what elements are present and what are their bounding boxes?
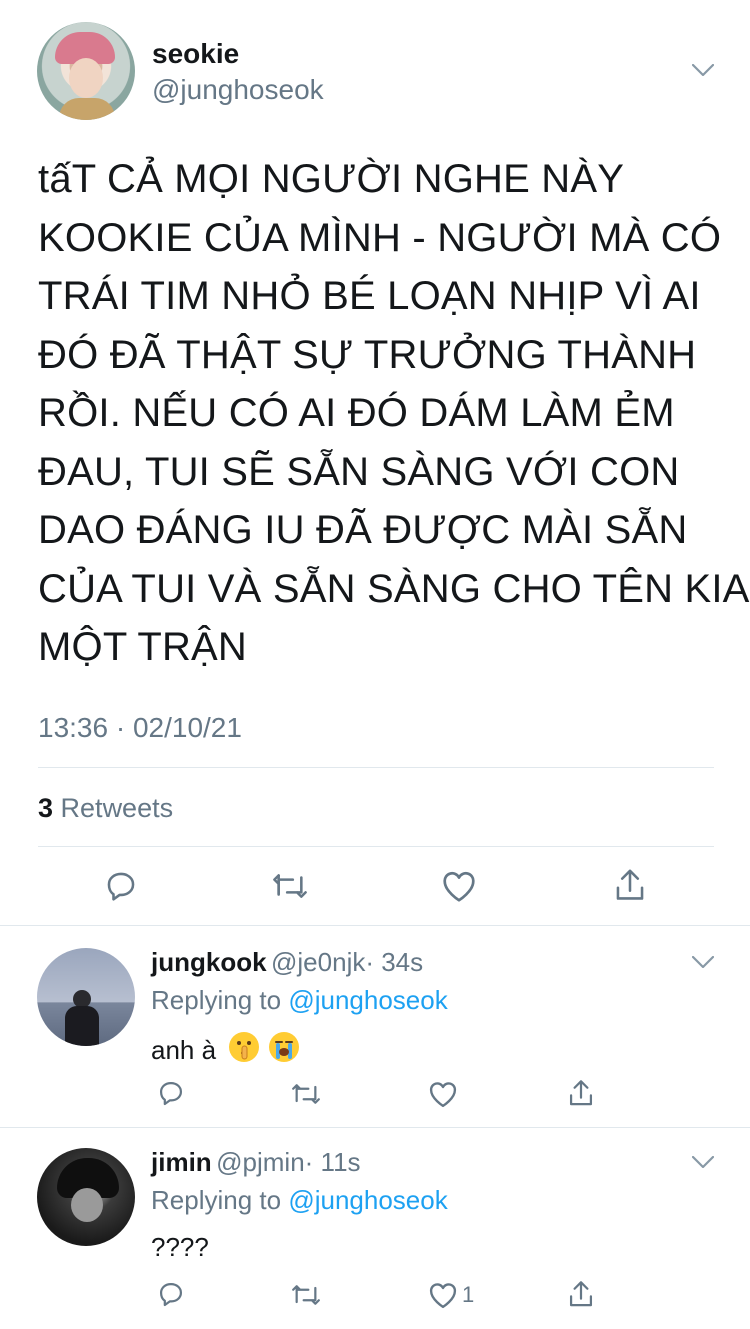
like-count: 1 (462, 1282, 475, 1307)
replying-to: Replying to @junghoseok (151, 985, 448, 1016)
share-icon[interactable] (567, 1278, 595, 1310)
tweet-line: ĐÓ ĐÃ THẬT SỰ TRƯỞNG THÀNH (38, 332, 697, 377)
tweet-line: tấT CẢ MỌI NGƯỜI NGHE NÀY (38, 157, 625, 201)
like-icon[interactable] (428, 1080, 458, 1108)
reply-header: jungkook @je0njk· 34s (151, 947, 423, 978)
shushing-face-icon (228, 1031, 260, 1070)
divider (0, 1127, 750, 1128)
reply-body: ???? (151, 1232, 209, 1262)
reply-body: anh à (151, 1035, 217, 1065)
reply-icon[interactable] (157, 1079, 185, 1107)
like-icon (428, 1281, 458, 1309)
retweet-label: Retweets (60, 793, 174, 823)
reply-header: jimin @pjmin· 11s (151, 1147, 361, 1178)
main-author-handle[interactable]: @junghoseok (152, 74, 324, 106)
like-icon[interactable] (441, 869, 477, 903)
reply-text: anh à (151, 1031, 300, 1070)
replying-to-prefix: Replying to (151, 985, 282, 1015)
replying-to-handle[interactable]: @junghoseok (288, 1185, 447, 1215)
chevron-down-icon[interactable] (692, 64, 714, 76)
tweet-line: MỘT TRẬN (38, 625, 248, 669)
share-icon[interactable] (567, 1077, 595, 1109)
retweet-count: 3 (38, 793, 54, 823)
reply-icon[interactable] (157, 1280, 185, 1308)
retweet-stats[interactable]: 3 Retweets (38, 793, 173, 824)
share-icon[interactable] (613, 866, 647, 904)
replying-to-prefix: Replying to (151, 1185, 282, 1215)
tweet-text: tấT CẢ MỌI NGƯỜI NGHE NÀY KOOKIE CỦA MÌN… (38, 150, 750, 677)
reply-author-name[interactable]: jimin (151, 1147, 212, 1177)
reply-time: · 11s (304, 1147, 361, 1177)
chevron-down-icon[interactable] (692, 956, 714, 968)
divider (38, 767, 714, 768)
tweet-line: KOOKIE CỦA MÌNH - NGƯỜI MÀ CÓ (38, 215, 722, 260)
loudly-crying-face-icon (268, 1031, 300, 1070)
tweet-line: CỦA TUI VÀ SẴN SÀNG CHO TÊN KIA (38, 566, 750, 611)
replying-to: Replying to @junghoseok (151, 1185, 448, 1216)
retweet-icon[interactable] (271, 869, 309, 903)
divider (0, 925, 750, 926)
tweet-line: ĐAU, TUI SẼ SẴN SÀNG VỚI CON (38, 449, 680, 494)
like-button[interactable]: 1 (428, 1281, 474, 1309)
main-author-name[interactable]: seokie (152, 38, 239, 70)
reply-avatar[interactable] (37, 1148, 135, 1246)
reply-author-handle[interactable]: @je0njk (271, 947, 365, 977)
chevron-down-icon[interactable] (692, 1156, 714, 1168)
reply-icon[interactable] (104, 869, 138, 903)
tweet-timestamp[interactable]: 13:36 · 02/10/21 (38, 712, 242, 744)
main-author-avatar[interactable] (37, 22, 135, 120)
reply-author-name[interactable]: jungkook (151, 947, 267, 977)
tweet-line: RỒI. NẾU CÓ AI ĐÓ DÁM LÀM ẺM (38, 391, 675, 435)
divider (38, 846, 714, 847)
tweet-line: TRÁI TIM NHỎ BÉ LOẠN NHỊP VÌ AI (38, 274, 701, 318)
retweet-icon[interactable] (290, 1281, 322, 1309)
replying-to-handle[interactable]: @junghoseok (288, 985, 447, 1015)
retweet-icon[interactable] (290, 1080, 322, 1108)
reply-time: · 34s (365, 947, 424, 977)
reply-avatar[interactable] (37, 948, 135, 1046)
reply-author-handle[interactable]: @pjmin (216, 1147, 305, 1177)
tweet-line: DAO ĐÁNG IU ĐÃ ĐƯỢC MÀI SẴN (38, 508, 688, 552)
